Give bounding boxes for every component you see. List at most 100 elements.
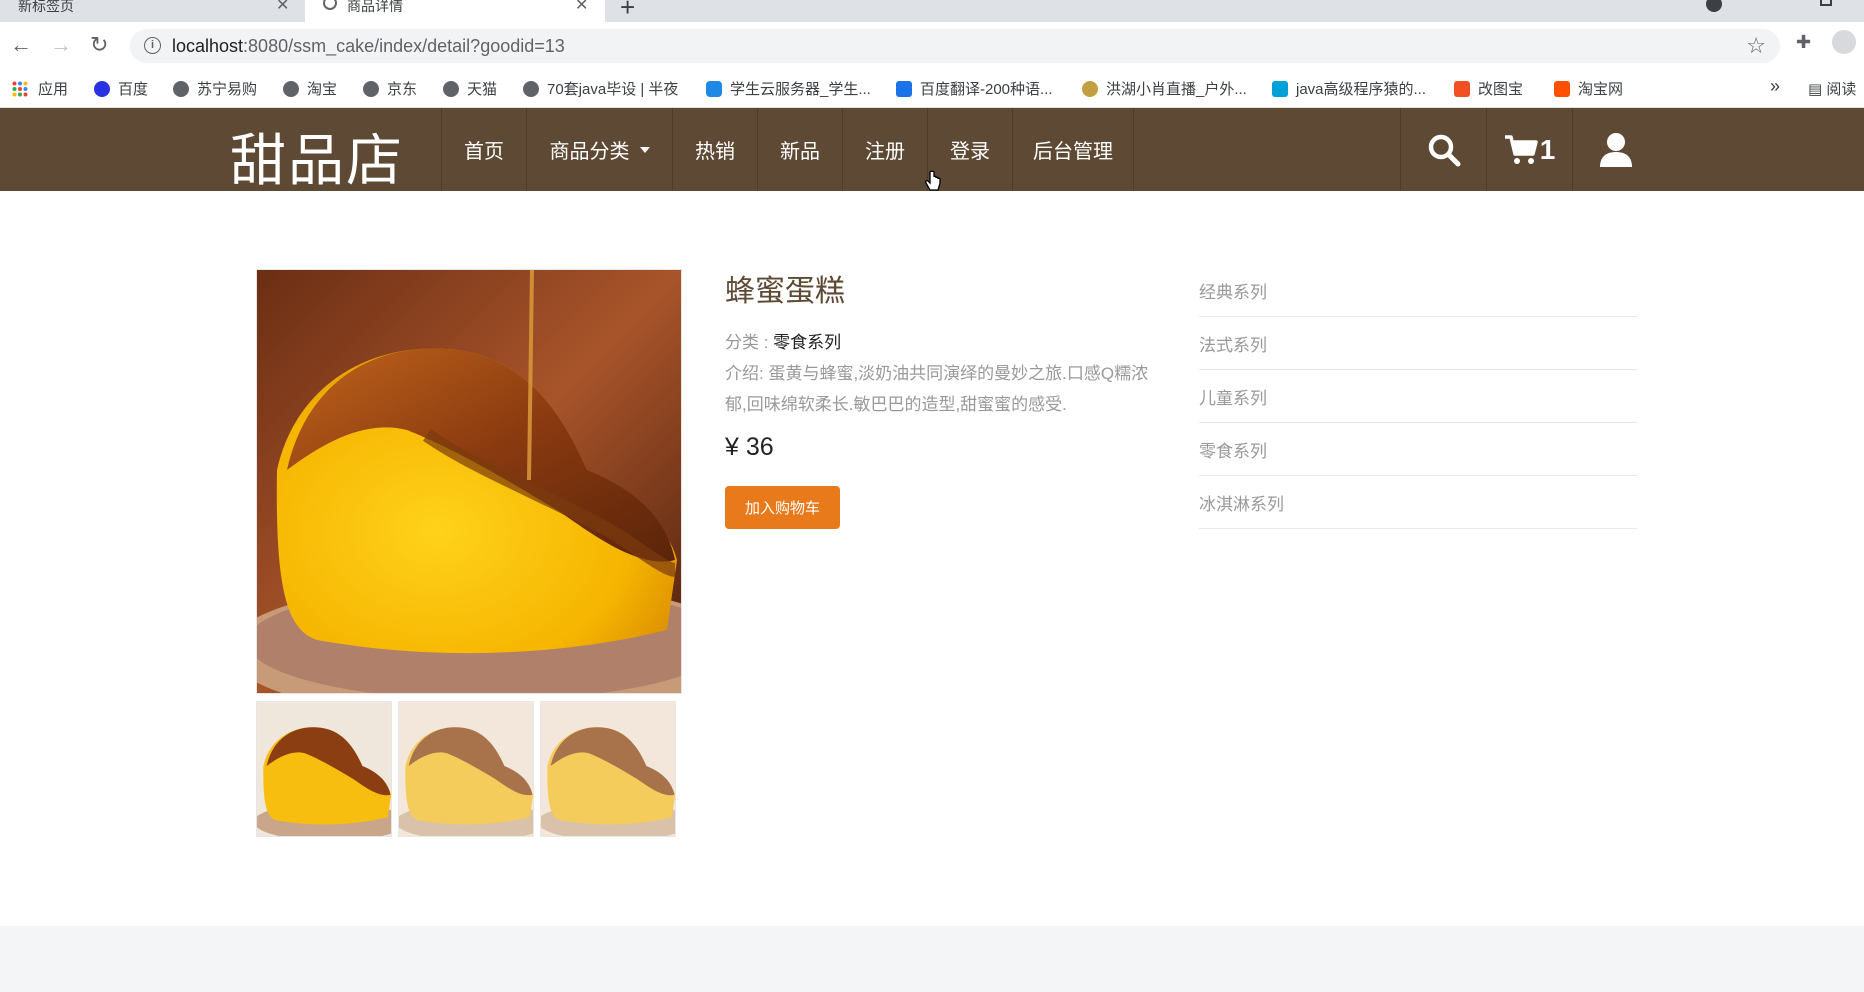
caret-down-icon <box>639 146 650 153</box>
profile-avatar-icon[interactable] <box>1832 30 1856 54</box>
product-thumbnail[interactable] <box>540 701 676 837</box>
bookmark-bilibili[interactable]: java高级程序猿的... <box>1272 78 1426 99</box>
back-arrow-icon[interactable]: ← <box>10 32 32 58</box>
nav-label: 新品 <box>780 141 820 163</box>
product-title: 蜂蜜蛋糕 <box>725 275 845 308</box>
bookmark-java-projects[interactable]: 70套java毕设 | 半夜 <box>523 78 678 99</box>
user-icon <box>1599 132 1632 167</box>
product-thumbnail[interactable] <box>256 701 392 837</box>
nav-label: 后台管理 <box>1033 141 1113 163</box>
address-bar[interactable]: i localhost:8080/ssm_cake/index/detail?g… <box>130 29 1780 63</box>
user-button[interactable] <box>1572 108 1658 191</box>
nav-register[interactable]: 注册 <box>842 108 927 191</box>
product-thumbnail[interactable] <box>398 701 534 837</box>
product-main-image <box>256 269 682 694</box>
bookmark-apps[interactable]: 应用 <box>12 78 68 99</box>
bookmark-suning[interactable]: 苏宁易购 <box>173 78 257 99</box>
nav-label: 注册 <box>865 141 905 163</box>
url-path: :8080/ssm_cake/index/detail?goodid=13 <box>243 36 565 56</box>
globe-icon <box>173 80 189 97</box>
bookmark-label: 淘宝网 <box>1578 81 1624 98</box>
url-text[interactable]: localhost:8080/ssm_cake/index/detail?goo… <box>172 36 565 57</box>
nav-new[interactable]: 新品 <box>757 108 842 191</box>
category-item-snacks[interactable]: 零食系列 <box>1199 423 1637 476</box>
bookmark-label: 京东 <box>387 81 418 98</box>
bookmark-baidu[interactable]: 百度 <box>94 78 148 99</box>
bookmark-label: java高级程序猿的... <box>1296 81 1427 98</box>
new-tab-icon[interactable]: + <box>620 0 635 23</box>
cloud-icon <box>706 80 722 97</box>
honey-cake-image <box>257 270 681 693</box>
bookmark-label: 改图宝 <box>1478 81 1524 98</box>
gaitubao-icon <box>1454 80 1470 97</box>
restore-window-icon[interactable] <box>1820 0 1832 6</box>
bilibili-icon <box>1272 80 1288 97</box>
bookmark-gaitubao[interactable]: 改图宝 <box>1454 78 1523 99</box>
product-category: 分类 : 零食系列 <box>725 328 841 353</box>
product-price: ¥ 36 <box>725 433 774 461</box>
add-to-cart-button[interactable]: 加入购物车 <box>725 486 840 529</box>
product-description: 介绍: 蛋黄与蜂蜜,淡奶油共同演绎的曼妙之旅.口感Q糯浓郁,回味绵软柔长.敏巴巴… <box>725 364 1149 414</box>
bird-icon <box>1082 80 1098 97</box>
tab-title: 新标签页 <box>18 0 74 14</box>
url-host: localhost <box>172 36 244 56</box>
bookmark-taobao[interactable]: 淘宝 <box>283 78 337 99</box>
forward-arrow-icon[interactable]: → <box>50 32 72 58</box>
globe-icon <box>363 80 379 97</box>
category-item-kids[interactable]: 儿童系列 <box>1199 370 1637 423</box>
category-sidebar: 经典系列 法式系列 儿童系列 零食系列 冰淇淋系列 <box>1199 264 1637 529</box>
translate-icon <box>896 80 912 97</box>
reading-list[interactable]: ▤ 阅读 <box>1808 78 1856 99</box>
bookmark-label: 学生云服务器_学生... <box>730 81 871 98</box>
reading-list-icon: ▤ <box>1808 81 1827 98</box>
bookmarks-bar: 应用 百度 苏宁易购 淘宝 京东 天猫 70套java毕设 | 半夜 学生云服务… <box>0 68 1864 108</box>
site-logo[interactable]: 甜品店 <box>230 116 404 197</box>
cart-count-badge: 1 <box>1539 133 1556 165</box>
category-label: 分类 : <box>725 333 774 352</box>
tab-title: 商品详情 <box>347 0 403 14</box>
category-value[interactable]: 零食系列 <box>773 333 841 352</box>
bookmark-label: 天猫 <box>467 81 498 98</box>
cart-button[interactable]: 1 <box>1486 108 1572 191</box>
bookmark-label: 淘宝 <box>307 81 338 98</box>
tab-close-icon[interactable]: ✕ <box>276 0 289 15</box>
bookmark-label: 苏宁易购 <box>197 81 258 98</box>
apps-icon <box>12 81 28 96</box>
site-info-icon[interactable]: i <box>144 37 161 54</box>
nav-home[interactable]: 首页 <box>441 108 526 191</box>
taobao-icon <box>1554 80 1570 97</box>
search-icon <box>1428 134 1460 166</box>
bookmark-star-icon[interactable]: ☆ <box>1746 33 1766 59</box>
page-footer <box>0 926 1864 992</box>
category-item-french[interactable]: 法式系列 <box>1199 317 1637 370</box>
reload-icon[interactable]: ↻ <box>90 32 108 58</box>
browser-tab-product-detail[interactable]: 商品详情 ✕ <box>305 0 605 22</box>
bookmark-label: 百度翻译-200种语... <box>920 81 1053 98</box>
browser-tab-newtab[interactable]: 新标签页 ✕ <box>0 0 300 22</box>
baidu-icon <box>94 80 110 97</box>
tab-close-icon[interactable]: ✕ <box>575 0 588 15</box>
bookmarks-more-icon[interactable]: » <box>1770 76 1780 97</box>
account-icon[interactable] <box>1706 0 1722 12</box>
category-item-icecream[interactable]: 冰淇淋系列 <box>1199 476 1637 529</box>
globe-icon <box>323 0 337 10</box>
reading-list-label: 阅读 <box>1826 81 1857 98</box>
bookmark-baidu-translate[interactable]: 百度翻译-200种语... <box>896 78 1053 99</box>
category-item-classic[interactable]: 经典系列 <box>1199 264 1637 317</box>
nav-hot[interactable]: 热销 <box>672 108 757 191</box>
bookmark-student-cloud[interactable]: 学生云服务器_学生... <box>706 78 871 99</box>
honey-cake-thumbnail-image <box>541 702 675 836</box>
bookmark-jd[interactable]: 京东 <box>363 78 417 99</box>
cart-icon <box>1504 134 1538 164</box>
nav-label: 首页 <box>464 141 504 163</box>
extensions-icon[interactable]: ✚ <box>1796 32 1811 53</box>
browser-tabstrip: 新标签页 ✕ 商品详情 ✕ + <box>0 0 1864 22</box>
globe-icon <box>443 80 459 97</box>
bookmark-tmall[interactable]: 天猫 <box>443 78 497 99</box>
nav-admin[interactable]: 后台管理 <box>1012 108 1134 191</box>
honey-cake-thumbnail-image <box>257 702 391 836</box>
bookmark-honghu-live[interactable]: 洪湖小肖直播_户外... <box>1082 78 1247 99</box>
search-button[interactable] <box>1400 108 1486 191</box>
nav-categories[interactable]: 商品分类 <box>526 108 672 191</box>
bookmark-taobao-net[interactable]: 淘宝网 <box>1554 78 1623 99</box>
